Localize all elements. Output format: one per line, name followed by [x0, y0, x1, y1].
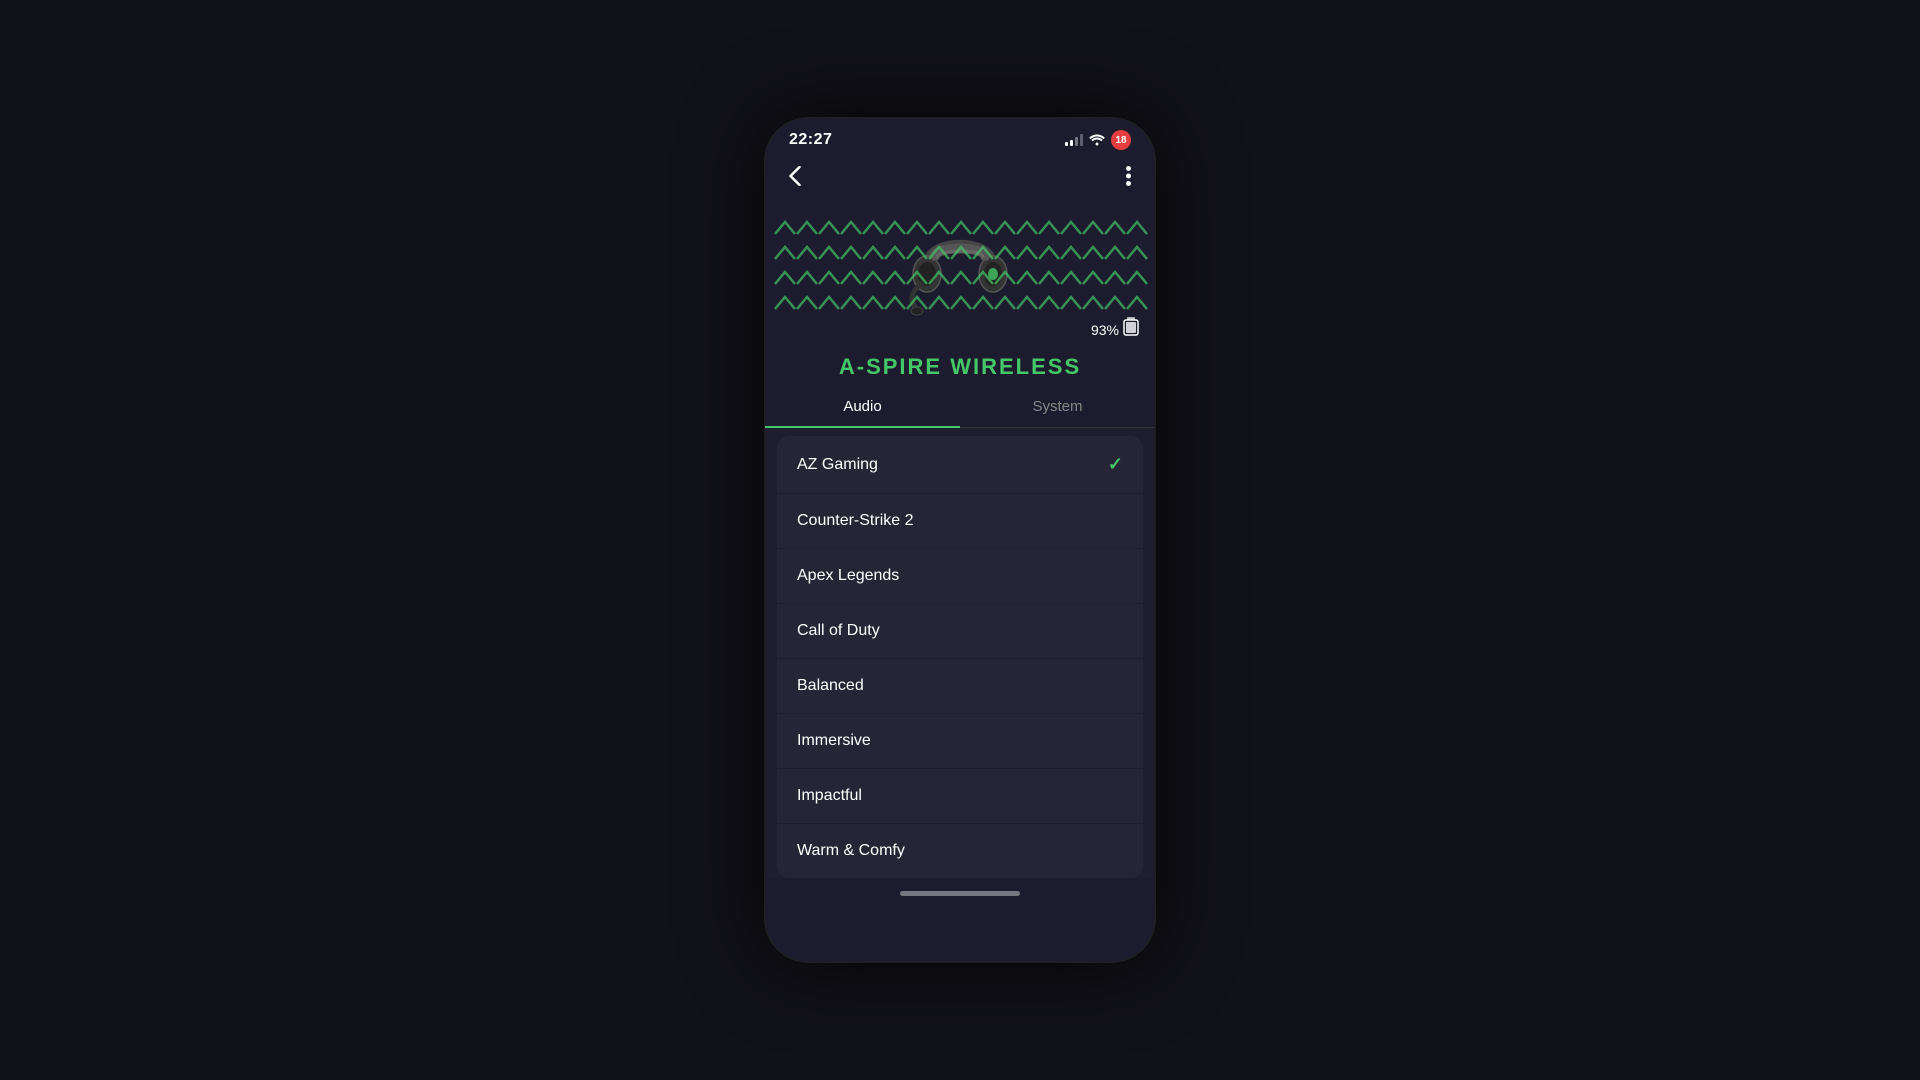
- selected-check-icon: ✓: [1108, 454, 1123, 475]
- home-indicator: [765, 878, 1155, 908]
- status-icons: 18: [1065, 130, 1131, 150]
- back-button[interactable]: [785, 162, 805, 196]
- phone-frame: 22:27 18: [765, 118, 1155, 962]
- signal-bars-icon: [1065, 134, 1083, 146]
- list-wrapper: AZ Gaming ✓ Counter-Strike 2 Apex Legend…: [765, 428, 1155, 878]
- wifi-icon: [1089, 132, 1105, 149]
- headset-background: [765, 204, 1155, 334]
- header: [765, 154, 1155, 204]
- battery-icon: [1123, 317, 1139, 342]
- more-button[interactable]: [1122, 162, 1135, 196]
- list-item-counter-strike-2[interactable]: Counter-Strike 2: [777, 494, 1143, 549]
- device-name: A-SPIRE WIRELESS: [765, 344, 1155, 386]
- tabs-container: Audio System: [765, 386, 1155, 428]
- audio-profiles-list: AZ Gaming ✓ Counter-Strike 2 Apex Legend…: [777, 436, 1143, 878]
- list-item-call-of-duty[interactable]: Call of Duty: [777, 604, 1143, 659]
- notification-badge: 18: [1111, 130, 1131, 150]
- scroll-content[interactable]: AZ Gaming ✓ Counter-Strike 2 Apex Legend…: [765, 428, 1155, 878]
- hero-section: 93%: [765, 204, 1155, 344]
- list-item-immersive[interactable]: Immersive: [777, 714, 1143, 769]
- tab-audio[interactable]: Audio: [765, 386, 960, 427]
- home-bar: [900, 891, 1020, 896]
- battery-percent: 93%: [1091, 322, 1119, 338]
- status-time: 22:27: [789, 131, 832, 149]
- list-item-az-gaming[interactable]: AZ Gaming ✓: [777, 436, 1143, 494]
- list-item-warm-comfy[interactable]: Warm & Comfy: [777, 824, 1143, 878]
- list-item-balanced[interactable]: Balanced: [777, 659, 1143, 714]
- battery-row: 93%: [1091, 317, 1139, 342]
- list-item-impactful[interactable]: Impactful: [777, 769, 1143, 824]
- list-item-apex-legends[interactable]: Apex Legends: [777, 549, 1143, 604]
- status-bar: 22:27 18: [765, 118, 1155, 154]
- tab-system[interactable]: System: [960, 386, 1155, 427]
- zigzag-pattern: [765, 204, 1155, 334]
